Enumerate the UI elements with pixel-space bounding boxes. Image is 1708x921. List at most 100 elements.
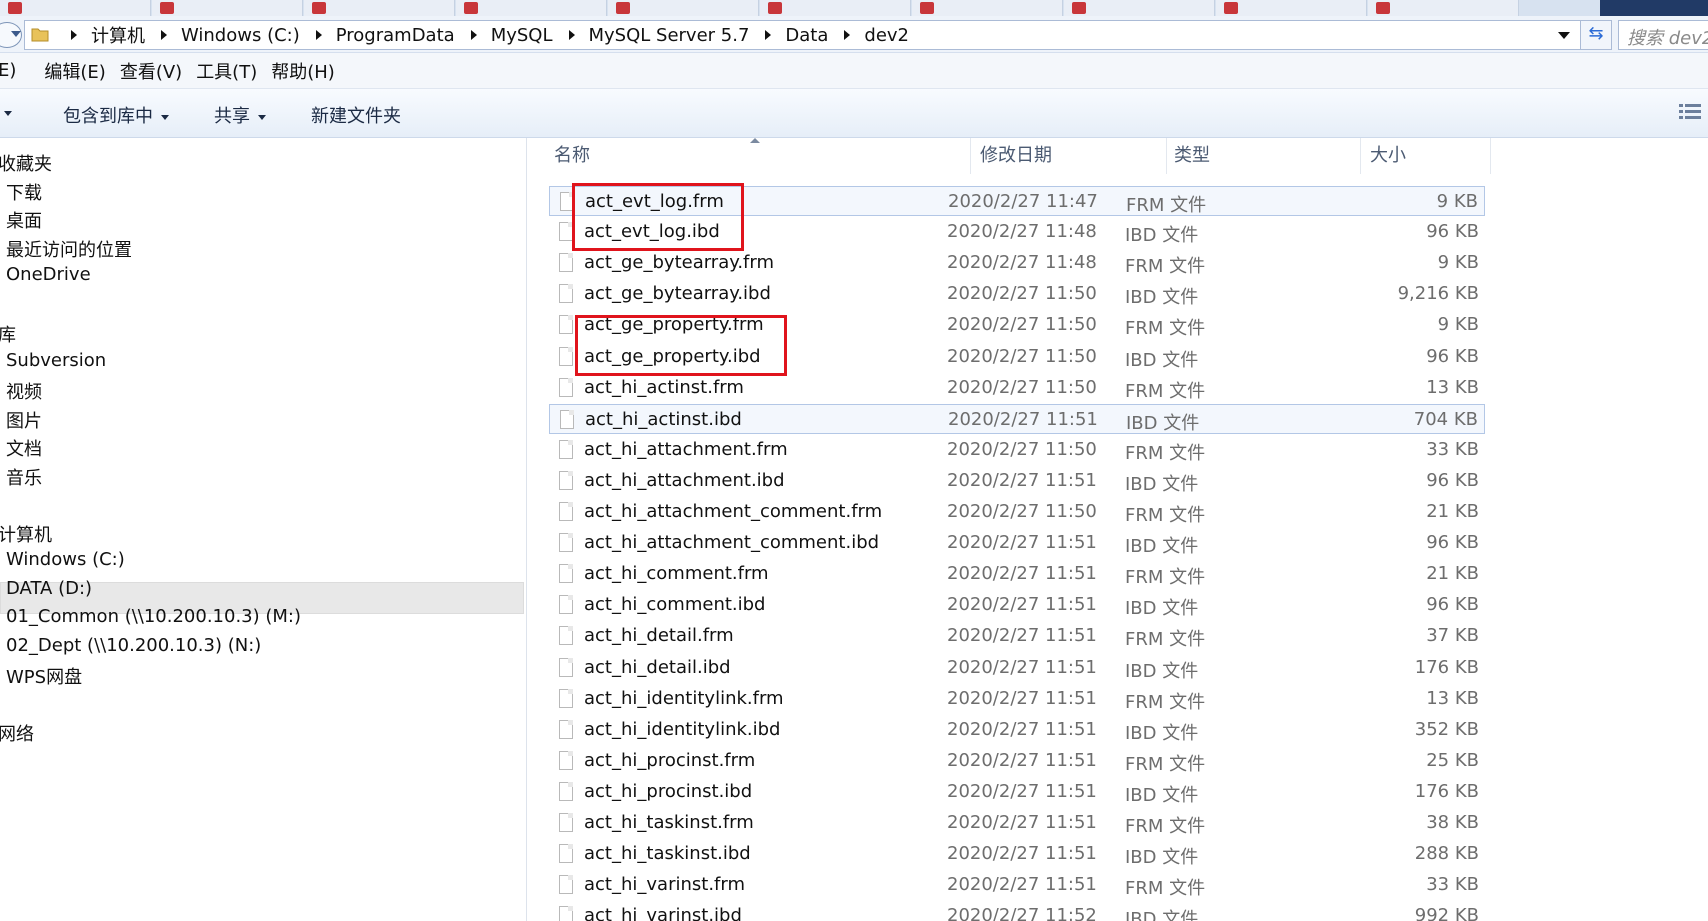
address-row: 计算机 Windows (C:) ProgramData MySQL MySQL… <box>0 16 1708 53</box>
breadcrumb-item[interactable]: Data <box>779 25 834 46</box>
nav-desktop[interactable]: 桌面 <box>6 207 42 233</box>
file-row[interactable]: act_ge_bytearray.frm 2020/2/27 11:48 FRM 文… <box>549 248 1485 278</box>
taskbar-button[interactable] <box>760 0 911 16</box>
menu-tools[interactable]: 工具(T) <box>196 58 257 84</box>
column-header-date[interactable]: 修改日期 <box>980 138 1052 174</box>
file-row[interactable]: act_hi_comment.ibd 2020/2/27 11:51 IBD 文件 9… <box>549 590 1485 620</box>
search-input[interactable]: 搜索 dev2 <box>1618 20 1708 50</box>
file-row[interactable]: act_hi_actinst.ibd 2020/2/27 11:51 IBD 文件 7… <box>549 403 1485 434</box>
taskbar-button[interactable] <box>1368 0 1519 16</box>
nav-music[interactable]: 音乐 <box>6 464 42 490</box>
view-options-icon[interactable] <box>1678 102 1702 122</box>
chevron-right-icon[interactable] <box>161 30 167 40</box>
nav-downloads[interactable]: 下载 <box>6 179 42 205</box>
address-dropdown-icon[interactable] <box>1558 32 1570 39</box>
file-row[interactable]: act_hi_taskinst.ibd 2020/2/27 11:51 IBD 文件… <box>549 839 1485 869</box>
nav-favorites[interactable]: 收藏夹 <box>0 150 52 176</box>
file-row[interactable]: act_hi_taskinst.frm 2020/2/27 11:51 FRM 文件… <box>549 808 1485 838</box>
taskbar-button[interactable] <box>152 0 303 16</box>
file-name: act_hi_procinst.frm <box>584 749 756 771</box>
include-library-button[interactable]: 包含到库中 <box>63 102 169 128</box>
nav-drive-c[interactable]: Windows (C:) <box>6 549 125 570</box>
file-name: act_ge_bytearray.frm <box>584 252 775 274</box>
nav-documents[interactable]: 文档 <box>6 435 42 461</box>
taskbar-button[interactable] <box>304 0 455 16</box>
nav-onedrive[interactable]: OneDrive <box>6 264 91 285</box>
menu-edit[interactable]: 编辑(E) <box>44 58 105 84</box>
address-bar[interactable]: 计算机 Windows (C:) ProgramData MySQL MySQL… <box>24 20 1581 50</box>
menu-help[interactable]: 帮助(H) <box>271 58 335 84</box>
file-row[interactable]: act_hi_detail.frm 2020/2/27 11:51 FRM 文件 37… <box>549 621 1485 651</box>
nav-wps-cloud[interactable]: WPS网盘 <box>6 663 82 689</box>
file-row[interactable]: act_hi_attachment.frm 2020/2/27 11:50 FRM … <box>549 435 1485 465</box>
column-divider[interactable] <box>970 138 971 174</box>
file-row[interactable]: act_hi_varinst.ibd 2020/2/27 11:52 IBD 文件 9… <box>549 901 1485 921</box>
file-size: 21 KB <box>1426 501 1479 522</box>
file-type: FRM 文件 <box>1125 691 1206 713</box>
file-name: act_ge_bytearray.ibd <box>584 283 771 305</box>
nav-drive-m[interactable]: 01_Common (\\10.200.10.3) (M:) <box>6 606 301 627</box>
file-row[interactable]: act_hi_varinst.frm 2020/2/27 11:51 FRM 文件 3… <box>549 870 1485 900</box>
refresh-button[interactable]: ⇆ <box>1580 20 1612 50</box>
nav-computer[interactable]: 计算机 <box>0 521 52 547</box>
column-divider[interactable] <box>1490 138 1491 174</box>
breadcrumb-item[interactable]: ProgramData <box>330 25 461 46</box>
file-date: 2020/2/27 11:51 <box>947 874 1097 896</box>
file-type: IBD 文件 <box>1125 287 1199 309</box>
column-header-size[interactable]: 大小 <box>1370 138 1406 174</box>
nav-drive-n[interactable]: 02_Dept (\\10.200.10.3) (N:) <box>6 635 261 656</box>
file-name: act_hi_varinst.ibd <box>584 905 742 921</box>
nav-libraries[interactable]: 库 <box>0 321 16 347</box>
nav-network[interactable]: 网络 <box>0 720 34 746</box>
breadcrumb-item[interactable]: Windows (C:) <box>175 25 306 46</box>
chevron-right-icon[interactable] <box>470 30 477 40</box>
file-icon <box>559 906 573 921</box>
file-size: 13 KB <box>1426 376 1479 398</box>
file-row[interactable]: act_hi_procinst.frm 2020/2/27 11:51 FRM 文件… <box>549 746 1485 776</box>
file-name: act_hi_attachment.frm <box>584 438 788 460</box>
file-row[interactable]: act_hi_attachment.ibd 2020/2/27 11:51 IBD … <box>549 466 1485 496</box>
chevron-right-icon[interactable] <box>568 30 575 40</box>
chevron-right-icon[interactable] <box>71 30 77 40</box>
taskbar-button[interactable] <box>0 0 151 16</box>
column-divider[interactable] <box>1166 138 1167 174</box>
taskbar-button[interactable] <box>608 0 759 16</box>
column-divider[interactable] <box>1360 138 1361 174</box>
file-row[interactable]: act_hi_identitylink.frm 2020/2/27 11:51 FR… <box>549 684 1485 714</box>
menu-view[interactable]: 查看(V) <box>120 58 182 84</box>
chevron-right-icon[interactable] <box>844 30 851 40</box>
breadcrumb-item[interactable]: MySQL <box>485 25 559 46</box>
file-row[interactable]: act_hi_procinst.ibd 2020/2/27 11:51 IBD 文件… <box>549 777 1485 807</box>
history-dropdown-icon[interactable] <box>11 31 21 37</box>
nav-recent-places[interactable]: 最近访问的位置 <box>6 236 132 262</box>
share-button[interactable]: 共享 <box>214 102 266 128</box>
organize-button[interactable] <box>0 102 12 123</box>
file-row[interactable]: act_ge_bytearray.ibd 2020/2/27 11:50 IBD 文… <box>549 279 1485 309</box>
chevron-right-icon[interactable] <box>765 30 772 40</box>
file-row[interactable]: act_hi_comment.frm 2020/2/27 11:51 FRM 文件 2… <box>549 559 1485 589</box>
taskbar-button[interactable] <box>1064 0 1215 16</box>
new-folder-button[interactable]: 新建文件夹 <box>311 102 401 128</box>
file-row[interactable]: act_hi_actinst.frm 2020/2/27 11:50 FRM 文件 1… <box>549 373 1485 403</box>
column-header-type[interactable]: 类型 <box>1174 138 1210 174</box>
taskbar-button[interactable] <box>456 0 607 16</box>
taskbar-button[interactable] <box>1216 0 1367 16</box>
breadcrumb-item[interactable]: MySQL Server 5.7 <box>583 25 756 46</box>
nav-videos[interactable]: 视频 <box>6 378 42 404</box>
nav-subversion[interactable]: Subversion <box>6 350 106 371</box>
file-row[interactable]: act_hi_detail.ibd 2020/2/27 11:51 IBD 文件 17… <box>549 653 1485 683</box>
file-name: act_hi_procinst.ibd <box>584 780 753 802</box>
column-header-name[interactable]: 名称 <box>554 138 590 174</box>
file-row[interactable]: act_hi_identitylink.ibd 2020/2/27 11:51 IB… <box>549 715 1485 745</box>
nav-drive-d[interactable]: DATA (D:) <box>6 578 92 599</box>
menu-file[interactable]: E) <box>0 60 16 81</box>
breadcrumb-item[interactable]: dev2 <box>858 25 915 46</box>
file-row[interactable]: act_hi_attachment_comment.ibd 2020/2/27 1… <box>549 528 1485 558</box>
chevron-right-icon[interactable] <box>315 30 322 40</box>
file-size: 704 KB <box>1413 408 1478 430</box>
file-icon <box>559 564 573 584</box>
file-row[interactable]: act_hi_attachment_comment.frm 2020/2/27 1… <box>549 497 1485 527</box>
nav-pictures[interactable]: 图片 <box>6 407 42 433</box>
breadcrumb-item[interactable]: 计算机 <box>85 22 151 48</box>
taskbar-button[interactable] <box>912 0 1063 16</box>
